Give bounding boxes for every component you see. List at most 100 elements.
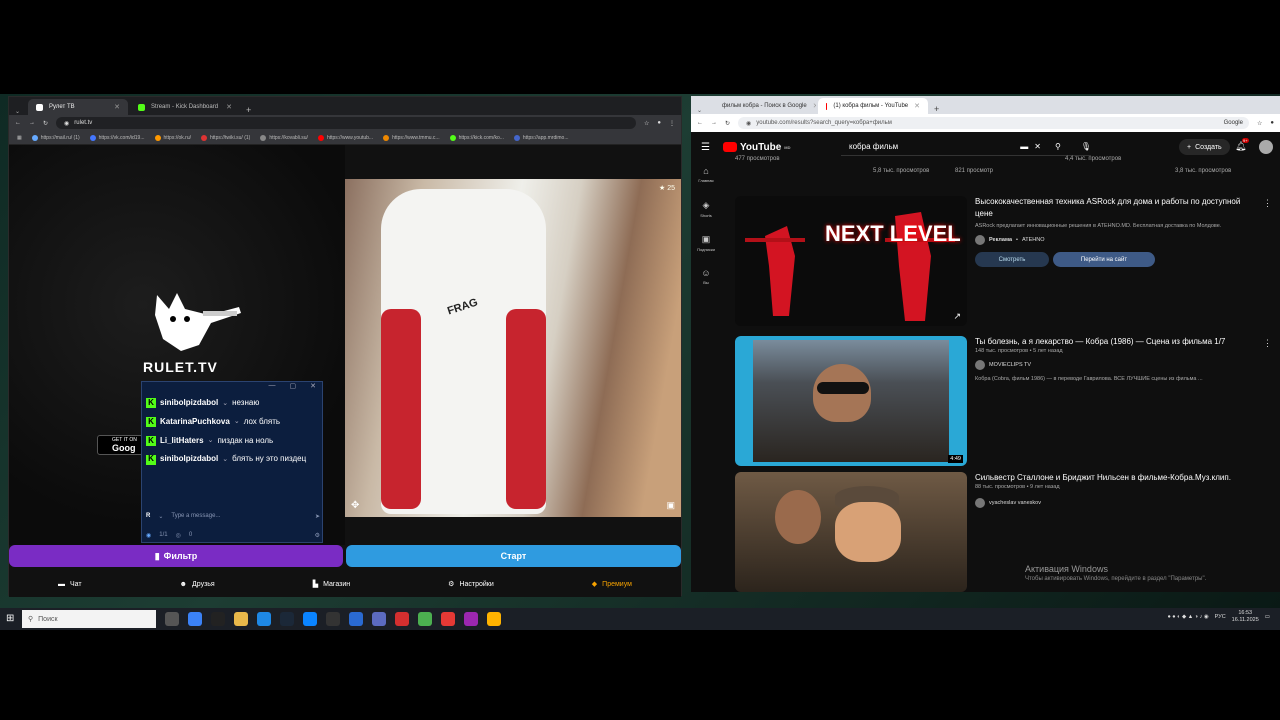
nav-premium[interactable]: ◆ Премиум — [592, 580, 632, 589]
back-icon[interactable]: ← — [697, 120, 703, 126]
camera-icon[interactable]: ▣ — [666, 500, 675, 511]
forward-icon[interactable]: → — [711, 120, 717, 126]
tab-list-icon[interactable]: ⌄ — [697, 107, 702, 114]
tab-rulet[interactable]: Рулет ТВ ✕ — [28, 99, 129, 115]
result-title[interactable]: Высококачественная техника ASRock для до… — [975, 196, 1255, 219]
chevron-down-icon[interactable]: ⌄ — [208, 436, 214, 445]
video-thumbnail[interactable] — [735, 472, 967, 592]
terminal-icon[interactable] — [211, 612, 225, 626]
video-thumbnail[interactable]: 4:49 — [735, 336, 967, 466]
chat-username[interactable]: KatarinaPuchkova — [160, 417, 230, 428]
ad-channel[interactable]: Реклама • ATEHNO — [975, 235, 1044, 245]
google-play-badge[interactable]: GET IT ON Goog — [97, 435, 143, 455]
new-tab-button[interactable]: + — [246, 105, 251, 115]
hamburger-icon[interactable]: ☰ — [701, 142, 710, 153]
obs-icon[interactable] — [395, 612, 409, 626]
close-icon[interactable]: ✕ — [114, 103, 120, 111]
result-video[interactable]: Сильвестр Сталлоне и Бриджит Нильсен в ф… — [735, 472, 1275, 592]
more-options-icon[interactable]: ⋮ — [1263, 198, 1272, 209]
bookmark[interactable]: https://mail.ru/ (1) — [31, 134, 80, 141]
chevron-down-icon[interactable]: ⌄ — [222, 399, 228, 408]
forward-icon[interactable]: → — [29, 120, 35, 126]
search-input[interactable]: кобра фильм ▬ ✕ ⚲ 🎙︎ — [841, 138, 1091, 156]
avatar[interactable]: R — [146, 513, 150, 519]
watch-button[interactable]: Смотреть — [975, 252, 1049, 267]
language-indicator[interactable]: РУС — [1215, 614, 1226, 620]
chat-input[interactable]: Type a message... — [171, 513, 307, 519]
move-icon[interactable]: ✥ — [351, 500, 359, 511]
chrome-icon[interactable] — [418, 612, 432, 626]
bookmark[interactable]: https://ok.ru/ — [154, 134, 191, 141]
bookmark[interactable]: https://kovabli.su/ — [260, 134, 308, 141]
url-field[interactable]: ◉ rulet.tv — [56, 117, 636, 129]
close-icon[interactable]: ✕ — [310, 382, 316, 394]
tab-youtube[interactable]: (1) кобра фильм - YouTube ✕ — [818, 98, 929, 114]
youtube-logo[interactable]: YouTube MD — [723, 142, 791, 153]
result-video[interactable]: 4:49 Ты болезнь, а я лекарство — Кобра (… — [735, 336, 1275, 468]
reload-icon[interactable]: ↻ — [725, 120, 730, 127]
teams-icon[interactable] — [303, 612, 317, 626]
tray-icons[interactable]: ● ● ◐ ◆ ▲ ◑ ♪ ◉ — [1167, 614, 1208, 620]
app-icon[interactable] — [326, 612, 340, 626]
nav-settings[interactable]: ⚙ Настройки — [448, 580, 494, 589]
close-icon[interactable]: ✕ — [813, 102, 816, 110]
edge-icon[interactable] — [257, 612, 271, 626]
create-button[interactable]: + Создать — [1179, 139, 1230, 155]
bookmark[interactable]: https://twiki.su/ (1) — [201, 134, 250, 141]
nav-friends[interactable]: ☻ Друзья — [180, 581, 215, 588]
rail-you[interactable]: ☺ Вы — [691, 268, 721, 302]
chevron-down-icon[interactable]: ⌄ — [234, 417, 240, 426]
task-view-icon[interactable] — [165, 612, 179, 626]
clear-icon[interactable]: ✕ — [1034, 142, 1041, 151]
rail-shorts[interactable]: ◈ Shorts — [691, 200, 721, 234]
app-icon[interactable] — [372, 612, 386, 626]
avatar[interactable] — [1259, 140, 1273, 154]
mic-icon[interactable]: 🎙︎ — [1081, 142, 1091, 151]
taskbar-search[interactable]: ⚲ Поиск — [22, 610, 156, 628]
close-icon[interactable]: ✕ — [226, 103, 232, 111]
menu-icon[interactable]: ⋮ — [669, 120, 675, 127]
result-ad[interactable]: NEXT LEVEL ↗ Высококачественная техника … — [735, 196, 1275, 328]
star-icon[interactable]: ☆ — [644, 120, 649, 127]
gear-icon[interactable]: ⚙ — [315, 532, 320, 539]
rail-home[interactable]: ⌂ Главная — [691, 166, 721, 200]
close-icon[interactable]: ✕ — [914, 102, 920, 110]
chat-username[interactable]: sinibolpizdabol — [160, 454, 218, 465]
visit-site-button[interactable]: Перейти на сайт — [1053, 252, 1155, 267]
result-title[interactable]: Ты болезнь, а я лекарство — Кобра (1986)… — [975, 336, 1255, 348]
bookmark[interactable]: https://www.tmmu.c... — [383, 134, 440, 141]
site-info-icon[interactable]: ◉ — [746, 120, 751, 127]
app-icon[interactable] — [441, 612, 455, 626]
profile-icon[interactable]: ● — [657, 120, 661, 126]
tab-kick[interactable]: Stream - Kick Dashboard ✕ — [130, 99, 240, 115]
channel-icon[interactable]: ◉ — [146, 532, 151, 539]
back-icon[interactable]: ← — [15, 120, 21, 126]
tab-list-icon[interactable]: ⌄ — [15, 108, 20, 115]
windows-start-icon[interactable]: ⊞ — [6, 613, 14, 624]
file-explorer-icon[interactable] — [234, 612, 248, 626]
star-icon[interactable]: ☆ — [1257, 120, 1262, 127]
bookmark[interactable]: https://vk.com/id19... — [89, 134, 145, 141]
chevron-down-icon[interactable]: ⌄ — [158, 513, 163, 520]
copilot-icon[interactable] — [188, 612, 202, 626]
bookmark[interactable]: https://www.youtub... — [317, 134, 373, 141]
ad-thumbnail[interactable]: NEXT LEVEL ↗ — [735, 196, 967, 326]
keyboard-icon[interactable]: ▬ — [1020, 142, 1028, 151]
result-channel[interactable]: MOVIECLIPS TV — [975, 360, 1031, 370]
nav-shop[interactable]: ▙ Магазин — [313, 580, 350, 589]
bookmark[interactable]: https://app.mrdimo... — [513, 134, 568, 141]
nav-chat[interactable]: ▬ Чат — [58, 581, 82, 588]
site-info-icon[interactable]: ◉ — [64, 120, 69, 127]
send-icon[interactable]: ➤ — [315, 513, 320, 520]
bookmark[interactable]: https://kick.com/ko... — [449, 134, 504, 141]
tab-google[interactable]: фильм кобра - Поиск в Google ✕ — [708, 98, 816, 114]
clock[interactable]: 16:53 16.11.2025 — [1232, 610, 1259, 623]
result-title[interactable]: Сильвестр Сталлоне и Бриджит Нильсен в ф… — [975, 472, 1255, 484]
external-link-icon[interactable]: ↗ — [953, 311, 961, 322]
chevron-down-icon[interactable]: ⌄ — [222, 455, 228, 464]
browser-icon[interactable] — [349, 612, 363, 626]
start-button[interactable]: Старт — [346, 545, 681, 567]
notifications-icon[interactable]: ▭ — [1265, 614, 1270, 620]
google-lens-label[interactable]: Google — [1224, 120, 1243, 126]
filter-button[interactable]: ▮ Фильтр — [9, 545, 343, 567]
